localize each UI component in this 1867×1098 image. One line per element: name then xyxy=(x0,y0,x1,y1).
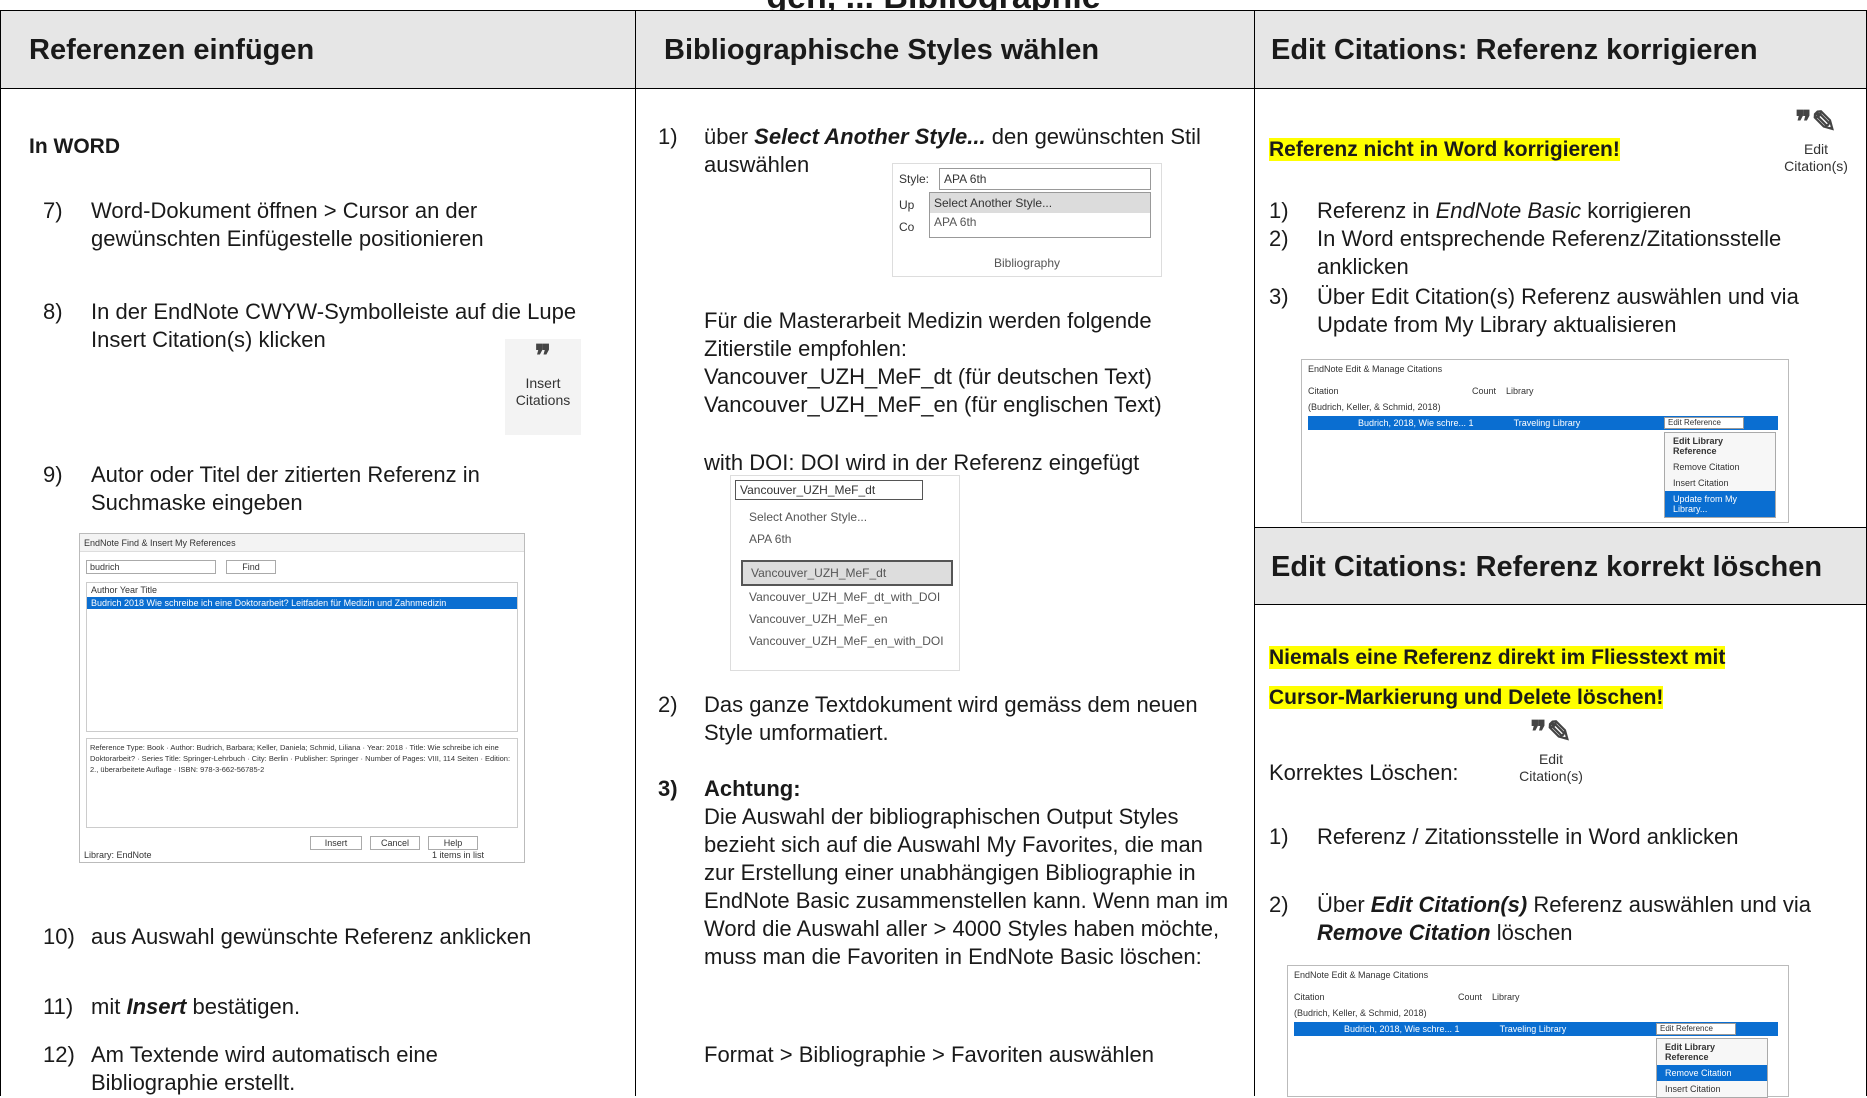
style-select: APA 6th xyxy=(939,168,1151,190)
menu-item: Insert Citation xyxy=(1665,1084,1721,1094)
menu-item: Update from My Library... xyxy=(1665,491,1775,517)
delete-step-1: Referenz / Zitationsstelle in Word ankli… xyxy=(1317,824,1739,849)
warning-title: Achtung: xyxy=(704,776,801,801)
search-input: budrich xyxy=(86,560,216,574)
dropdown-item-selected: Vancouver_UZH_MeF_dt xyxy=(741,560,953,586)
col-count: Count xyxy=(1458,992,1483,1002)
step-num: 9) xyxy=(43,462,63,487)
style-dropdown-screenshot: Vancouver_UZH_MeF_dt Select Another Styl… xyxy=(730,475,960,671)
menu-item: Edit Library Reference xyxy=(1665,1042,1716,1062)
header-edit: Edit Citations: Referenz korrigieren xyxy=(1255,11,1866,89)
step-num: 2) xyxy=(1269,226,1289,251)
dropdown-item: Select Another Style... xyxy=(749,510,868,524)
header-delete: Edit Citations: Referenz korrekt löschen xyxy=(1255,527,1866,605)
step-num: 1) xyxy=(658,124,678,149)
dropdown-item: APA 6th xyxy=(934,215,977,229)
step-num: 2) xyxy=(658,692,678,717)
col-library: Library xyxy=(1492,992,1520,1002)
dialog-title: EndNote Edit & Manage Citations xyxy=(1294,970,1429,980)
dialog-title: EndNote Edit & Manage Citations xyxy=(1308,364,1443,374)
help-button: Help xyxy=(428,836,478,850)
col-count: Count xyxy=(1472,386,1497,396)
menu-item: Insert Citation xyxy=(1673,478,1729,488)
step-9: Autor oder Titel der zitierten Referenz … xyxy=(91,462,480,515)
edit-reference-button: Edit Reference xyxy=(1664,417,1744,429)
context-menu: Edit Library Reference Remove Citation I… xyxy=(1664,432,1776,518)
convert-label: Co xyxy=(899,220,915,234)
step-7: Word-Dokument öffnen > Cursor an der gew… xyxy=(91,198,484,251)
step-num: 2) xyxy=(1269,892,1289,917)
dialog-title: EndNote Find & Insert My References xyxy=(80,534,524,552)
edit-reference-button: Edit Reference xyxy=(1656,1023,1736,1035)
dropdown-item: Select Another Style... xyxy=(930,193,1150,213)
step-11: mit Insert bestätigen. xyxy=(91,994,301,1019)
style-de: Vancouver_UZH_MeF_dt (für deutschen Text… xyxy=(704,364,1152,389)
step-num: 12) xyxy=(43,1042,75,1067)
col-citation: Citation xyxy=(1308,386,1339,396)
step-num: 3) xyxy=(1269,284,1289,309)
step-num: 7) xyxy=(43,198,63,223)
result-columns: Author Year Title xyxy=(91,585,158,595)
warning-no-word-edit: Referenz nicht in Word korrigieren! xyxy=(1269,138,1620,161)
column-insert: Referenzen einfügen In WORD 7) Word-Doku… xyxy=(0,11,636,1096)
reference-details: Reference Type: Book · Author: Budrich, … xyxy=(86,738,518,828)
fix-step-3: Über Edit Citation(s) Referenz auswählen… xyxy=(1317,284,1799,337)
recommend-text: Für die Masterarbeit Medizin werden folg… xyxy=(704,308,1152,361)
header-styles: Bibliographische Styles wählen xyxy=(636,11,1254,89)
correct-delete-label: Korrektes Löschen: xyxy=(1269,760,1459,785)
warning-never-delete: Niemals eine Referenz direkt im Fliesste… xyxy=(1269,646,1726,669)
warning-text: Die Auswahl der bibliographischen Output… xyxy=(704,804,1229,969)
edit-citations-icon: ❞✎ Edit Citation(s) xyxy=(1519,716,1583,784)
step-2: Das ganze Textdokument wird gemäss dem n… xyxy=(704,692,1198,745)
insert-button: Insert xyxy=(310,836,362,850)
find-button: Find xyxy=(226,560,276,574)
column-edit: Edit Citations: Referenz korrigieren Ref… xyxy=(1255,11,1867,1098)
cancel-button: Cancel xyxy=(370,836,420,850)
citation-group: (Budrich, Keller, & Schmid, 2018) xyxy=(1308,402,1441,412)
dropdown-item: Vancouver_UZH_MeF_dt_with_DOI xyxy=(749,590,941,604)
step-12: Am Textende wird automatisch eine Biblio… xyxy=(91,1042,438,1095)
delete-step-2: Über Edit Citation(s) Referenz auswählen… xyxy=(1317,892,1811,945)
update-label: Up xyxy=(899,198,915,212)
menu-item: Remove Citation xyxy=(1657,1065,1767,1081)
citation-group: (Budrich, Keller, & Schmid, 2018) xyxy=(1294,1008,1427,1018)
find-dialog-screenshot: EndNote Find & Insert My References budr… xyxy=(79,533,525,863)
menu-item: Edit Library Reference xyxy=(1673,436,1724,456)
doi-note: with DOI: DOI wird in der Referenz einge… xyxy=(704,450,1140,475)
dropdown-item: Vancouver_UZH_MeF_en_with_DOI xyxy=(749,634,944,648)
header-insert: Referenzen einfügen xyxy=(1,11,635,89)
col-library: Library xyxy=(1506,386,1534,396)
library-label: Library: EndNote xyxy=(84,850,152,860)
result-row: Budrich 2018 Wie schreibe ich eine Dokto… xyxy=(87,597,517,609)
style-label: Style: xyxy=(899,172,930,186)
step-num: 11) xyxy=(43,994,74,1019)
item-count: 1 items in list xyxy=(431,850,484,860)
menu-item: Remove Citation xyxy=(1673,462,1740,472)
fix-step-1: Referenz in EndNote Basic korrigieren xyxy=(1317,198,1692,223)
col-citation: Citation xyxy=(1294,992,1325,1002)
style-select: Vancouver_UZH_MeF_dt xyxy=(735,480,923,500)
step-num: 10) xyxy=(43,924,75,949)
step-num: 3) xyxy=(658,776,678,801)
edit-dialog-screenshot-2: EndNote Edit & Manage Citations Citation… xyxy=(1287,965,1789,1098)
edit-dialog-screenshot: EndNote Edit & Manage Citations Citation… xyxy=(1301,359,1789,523)
step-num: 1) xyxy=(1269,824,1289,849)
ribbon-group-label: Bibliography xyxy=(993,256,1061,270)
table: Referenzen einfügen In WORD 7) Word-Doku… xyxy=(0,10,1867,1098)
insert-citations-icon: ❞ Insert Citations xyxy=(505,339,581,435)
column-styles: Bibliographische Styles wählen 1) über S… xyxy=(636,11,1255,1096)
step-num: 1) xyxy=(1269,198,1289,223)
edit-citations-icon: ❞✎ Edit Citation(s) xyxy=(1784,106,1848,174)
dropdown-item: Vancouver_UZH_MeF_en xyxy=(749,612,888,626)
warning-never-delete-2: Cursor-Markierung und Delete löschen! xyxy=(1269,686,1664,709)
fix-step-2: In Word entsprechende Referenz/Zitations… xyxy=(1317,226,1782,279)
context-menu: Edit Library Reference Remove Citation I… xyxy=(1656,1038,1768,1098)
step-10: aus Auswahl gewünschte Referenz anklicke… xyxy=(91,924,532,949)
menu-path: Format > Bibliographie > Favoriten auswä… xyxy=(704,1042,1155,1067)
dropdown-item: APA 6th xyxy=(749,532,792,546)
style-box-screenshot: Style: APA 6th Up Co Select Another Styl… xyxy=(892,163,1162,277)
style-en: Vancouver_UZH_MeF_en (für englischen Tex… xyxy=(704,392,1162,417)
step-num: 8) xyxy=(43,299,63,324)
section-word: In WORD xyxy=(29,135,120,158)
